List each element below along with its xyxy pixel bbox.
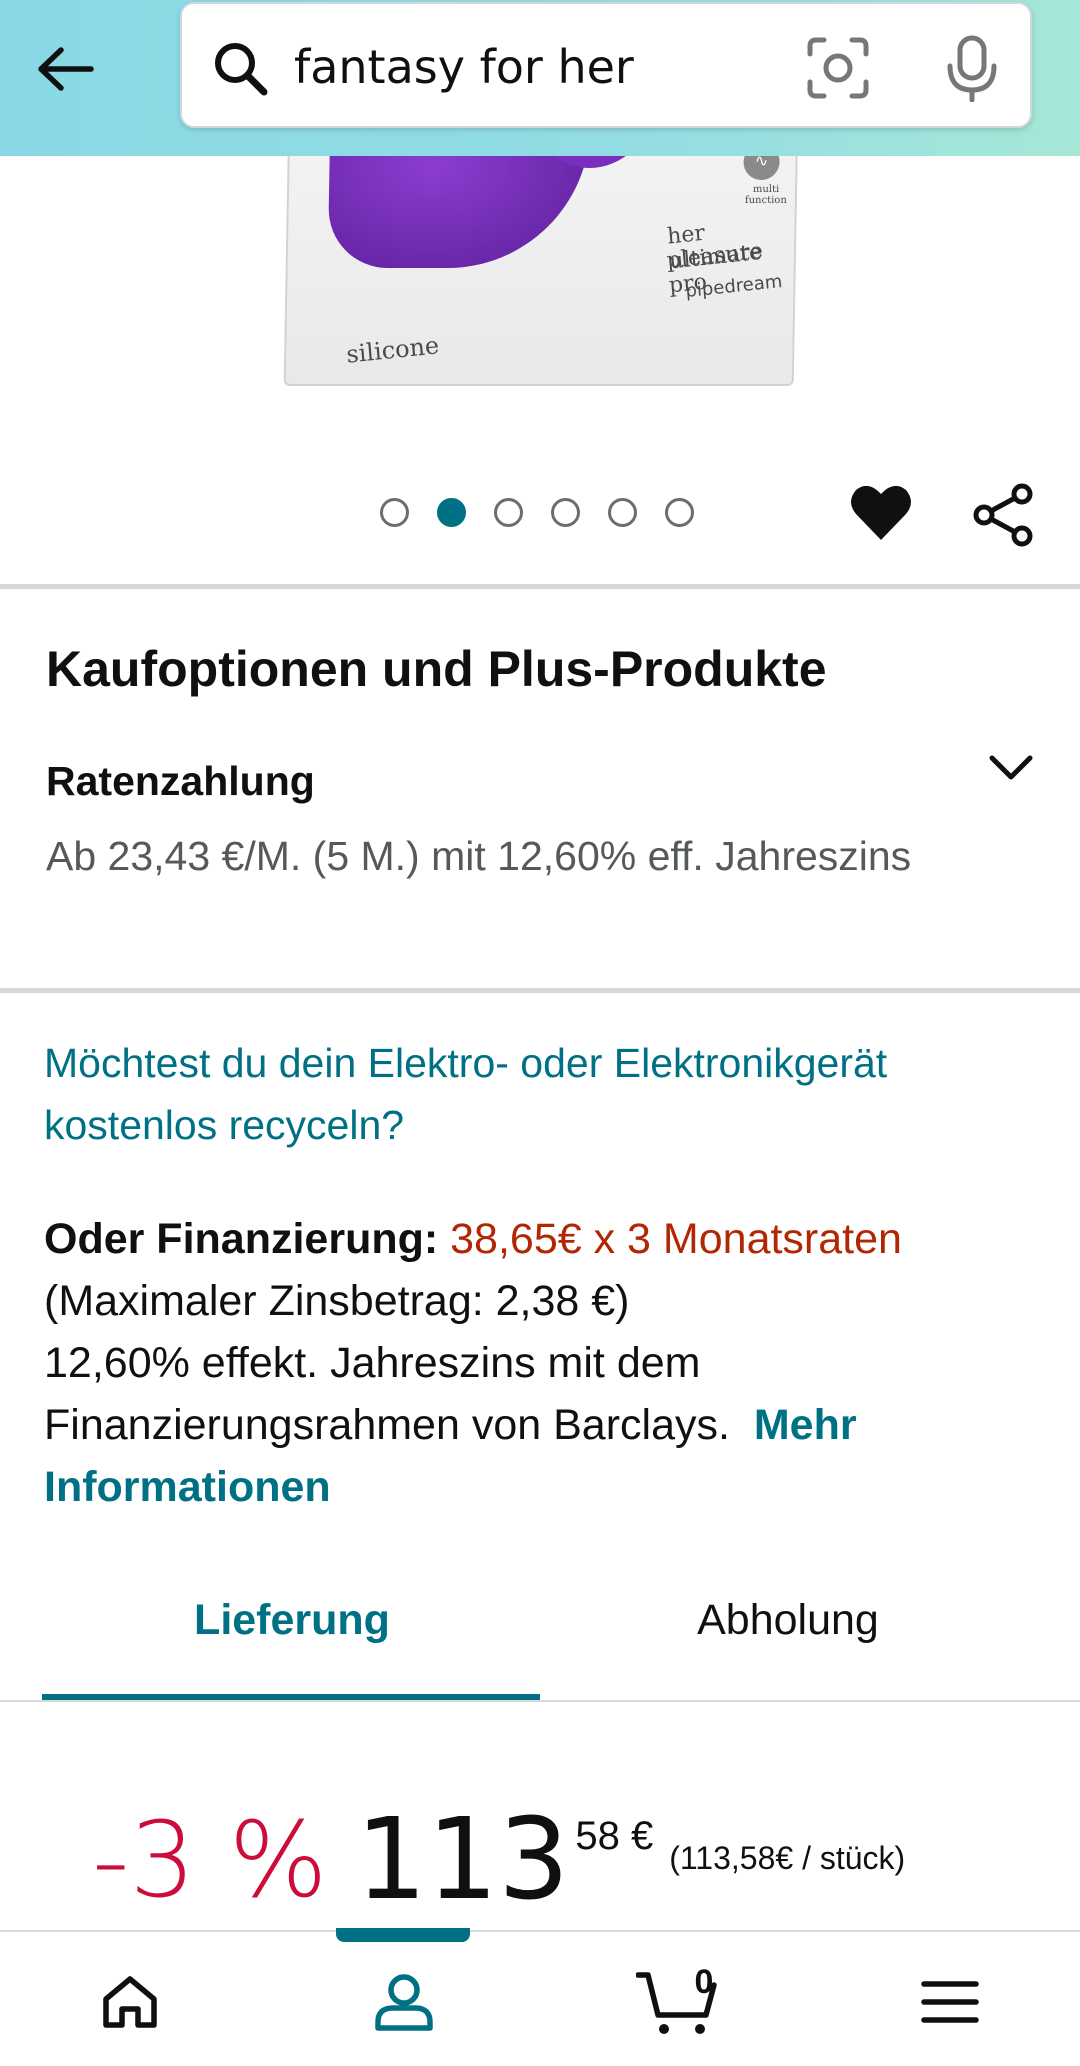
back-button[interactable] (30, 34, 100, 104)
box-material: silicone (345, 331, 441, 369)
product-image[interactable]: ∿ multi function her ultimate pleasure p… (0, 156, 1080, 406)
heart-icon[interactable] (848, 482, 914, 544)
nav-account[interactable] (354, 1952, 454, 2052)
cart-count-badge: 0 (694, 1963, 714, 2001)
price-fraction: 58 € (575, 1814, 654, 1858)
nav-menu[interactable] (900, 1952, 1000, 2052)
product-photo-shape (327, 156, 591, 268)
home-icon (103, 1976, 157, 2028)
recycle-link[interactable]: Möchtest du dein Elektro- oder Elektroni… (44, 1032, 1034, 1156)
buy-options-title: Kaufoptionen und Plus-Produkte (46, 641, 827, 697)
installment-text: Ab 23,43 €/M. (5 M.) mit 12,60% eff. Jah… (46, 833, 912, 879)
product-box: ∿ multi function her ultimate pleasure p… (283, 156, 799, 386)
top-search-bar (0, 0, 1080, 156)
menu-icon (921, 1981, 979, 2023)
share-icon[interactable] (970, 482, 1036, 548)
feature-icon: ∿ (743, 156, 780, 180)
image-carousel-dots (380, 498, 694, 527)
user-icon (375, 1974, 433, 2031)
financing-block: Oder Finanzierung: 38,65€ x 3 Monatsrate… (44, 1208, 1044, 1518)
nav-cart[interactable]: 0 (628, 1952, 728, 2052)
active-nav-indicator (336, 1928, 470, 1942)
financing-rate: 38,65€ x 3 Monatsraten (450, 1215, 902, 1263)
search-input[interactable] (294, 32, 794, 102)
arrow-left-icon (38, 47, 94, 91)
carousel-dot[interactable] (608, 498, 637, 527)
tab-divider (0, 1700, 1080, 1702)
price-row: -3 % 113 58 € (113,58€ / stück) (92, 1800, 905, 1920)
tab-delivery[interactable]: Lieferung (44, 1596, 540, 1645)
financing-max-interest: (Maximaler Zinsbetrag: 2,38 €) (44, 1277, 630, 1325)
carousel-dot[interactable] (494, 498, 523, 527)
search-box[interactable] (180, 2, 1032, 128)
price-whole: 113 (355, 1795, 570, 1925)
carousel-dot[interactable] (380, 498, 409, 527)
discount-percent: -3 % (92, 1799, 328, 1921)
search-icon (215, 43, 268, 96)
financing-details: 12,60% effekt. Jahreszins mit dem Finanz… (44, 1339, 730, 1449)
carousel-dot[interactable] (665, 498, 694, 527)
box-feature-label: multi function (744, 184, 787, 206)
unit-price: (113,58€ / stück) (669, 1840, 906, 1876)
tab-pickup[interactable]: Abholung (540, 1596, 1036, 1645)
microphone-icon[interactable] (942, 34, 1002, 102)
chevron-down-icon[interactable] (986, 748, 1036, 788)
carousel-dot[interactable] (437, 498, 466, 527)
section-divider (0, 584, 1080, 589)
carousel-dot[interactable] (551, 498, 580, 527)
camera-lens-icon[interactable] (804, 34, 872, 102)
section-divider (0, 988, 1080, 993)
bottom-navigation: 0 (0, 1930, 1080, 2066)
financing-label: Oder Finanzierung: (44, 1215, 439, 1263)
installment-title[interactable]: Ratenzahlung (46, 758, 315, 805)
nav-home[interactable] (80, 1952, 180, 2052)
